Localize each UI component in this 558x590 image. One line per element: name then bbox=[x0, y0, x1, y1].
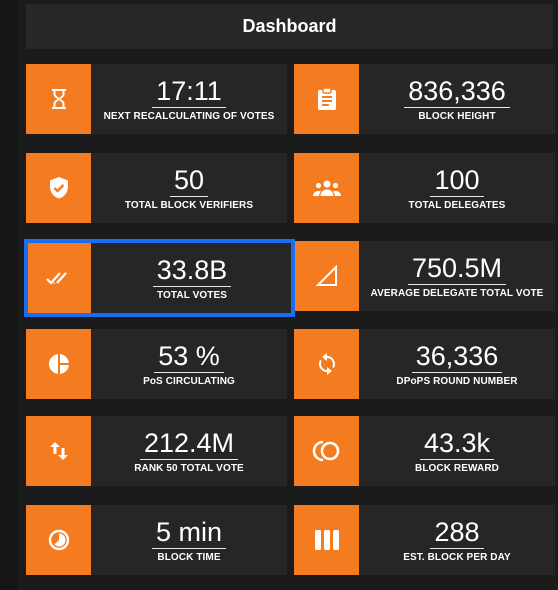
stat: 212.4M RANK 50 TOTAL VOTE bbox=[91, 416, 287, 486]
card-icon-box bbox=[294, 64, 359, 134]
bars-icon bbox=[314, 530, 339, 550]
clipboard-icon bbox=[317, 87, 336, 110]
stat-value: 17:11 bbox=[152, 76, 226, 108]
card-dpops-round[interactable]: 36,336 DPoPS ROUND NUMBER bbox=[294, 329, 555, 399]
sidebar-rail bbox=[0, 0, 18, 590]
stat-label: TOTAL VOTES bbox=[157, 290, 227, 301]
hourglass-icon bbox=[51, 89, 66, 109]
card-icon-box bbox=[26, 416, 91, 486]
coins-icon bbox=[312, 440, 339, 462]
stat-value: 836,336 bbox=[404, 76, 510, 108]
card-icon-box bbox=[26, 329, 91, 399]
stat-value: 100 bbox=[430, 165, 484, 197]
stat-label: NEXT RECALCULATING OF VOTES bbox=[103, 111, 275, 122]
page-title: Dashboard bbox=[242, 16, 337, 36]
card-pos-circulating[interactable]: 53 % PoS CIRCULATING bbox=[26, 329, 287, 399]
stat: 33.8B TOTAL VOTES bbox=[91, 241, 293, 315]
dashboard-header: Dashboard bbox=[26, 4, 553, 49]
triangle-icon bbox=[315, 265, 337, 286]
stat: 288 EST. BLOCK PER DAY bbox=[359, 505, 555, 575]
stat-value: 750.5M bbox=[407, 253, 507, 285]
pie-chart-icon bbox=[48, 354, 69, 374]
stat-label: PoS CIRCULATING bbox=[143, 376, 235, 387]
clock-icon bbox=[48, 529, 69, 551]
card-block-verifiers[interactable]: 50 TOTAL BLOCK VERIFIERS bbox=[26, 153, 287, 223]
stat-value: 33.8B bbox=[152, 255, 232, 287]
stat-label: DPoPS ROUND NUMBER bbox=[396, 376, 518, 387]
stat-label: AVERAGE DELEGATE TOTAL VOTE bbox=[370, 288, 544, 299]
refresh-icon bbox=[318, 353, 335, 375]
card-icon-box bbox=[26, 241, 91, 315]
card-icon-box bbox=[294, 329, 359, 399]
card-block-reward[interactable]: 43.3k BLOCK REWARD bbox=[294, 416, 555, 486]
stat: 50 TOTAL BLOCK VERIFIERS bbox=[91, 153, 287, 223]
stat: 100 TOTAL DELEGATES bbox=[359, 153, 555, 223]
people-icon bbox=[312, 180, 341, 196]
swap-vert-icon bbox=[49, 442, 68, 460]
stat-value: 36,336 bbox=[411, 341, 503, 373]
stat: 5 min BLOCK TIME bbox=[91, 505, 287, 575]
stat-value: 53 % bbox=[154, 341, 224, 373]
stat-label: BLOCK REWARD bbox=[415, 463, 499, 474]
card-icon-box bbox=[294, 153, 359, 223]
card-total-votes[interactable]: 33.8B TOTAL VOTES bbox=[24, 239, 295, 317]
card-icon-box bbox=[294, 416, 359, 486]
stat: 53 % PoS CIRCULATING bbox=[91, 329, 287, 399]
card-icon-box bbox=[26, 64, 91, 134]
card-icon-box bbox=[294, 505, 359, 575]
double-check-icon bbox=[45, 272, 67, 285]
stat-label: TOTAL BLOCK VERIFIERS bbox=[124, 200, 254, 211]
stat: 36,336 DPoPS ROUND NUMBER bbox=[359, 329, 555, 399]
stat-value: 288 bbox=[430, 517, 484, 549]
card-block-height[interactable]: 836,336 BLOCK HEIGHT bbox=[294, 64, 555, 134]
shield-check-icon bbox=[49, 177, 68, 199]
card-icon-box bbox=[294, 241, 359, 311]
card-icon-box bbox=[26, 153, 91, 223]
stat: 17:11 NEXT RECALCULATING OF VOTES bbox=[91, 64, 287, 134]
card-rank-50-vote[interactable]: 212.4M RANK 50 TOTAL VOTE bbox=[26, 416, 287, 486]
card-block-time[interactable]: 5 min BLOCK TIME bbox=[26, 505, 287, 575]
stat-label: EST. BLOCK PER DAY bbox=[403, 552, 511, 563]
stat: 836,336 BLOCK HEIGHT bbox=[359, 64, 555, 134]
stat: 750.5M AVERAGE DELEGATE TOTAL VOTE bbox=[359, 241, 555, 311]
stat-value: 5 min bbox=[151, 517, 227, 549]
stat-label: BLOCK TIME bbox=[157, 552, 221, 563]
card-total-delegates[interactable]: 100 TOTAL DELEGATES bbox=[294, 153, 555, 223]
stat-value: 212.4M bbox=[139, 428, 239, 460]
stat-label: TOTAL DELEGATES bbox=[408, 200, 506, 211]
stat: 43.3k BLOCK REWARD bbox=[359, 416, 555, 486]
stat-value: 50 bbox=[169, 165, 209, 197]
card-next-recalc[interactable]: 17:11 NEXT RECALCULATING OF VOTES bbox=[26, 64, 287, 134]
card-icon-box bbox=[26, 505, 91, 575]
stat-label: BLOCK HEIGHT bbox=[418, 111, 496, 122]
card-average-delegate-vote[interactable]: 750.5M AVERAGE DELEGATE TOTAL VOTE bbox=[294, 241, 555, 311]
stat-value: 43.3k bbox=[419, 428, 495, 460]
card-est-block-per-day[interactable]: 288 EST. BLOCK PER DAY bbox=[294, 505, 555, 575]
stat-label: RANK 50 TOTAL VOTE bbox=[134, 463, 244, 474]
